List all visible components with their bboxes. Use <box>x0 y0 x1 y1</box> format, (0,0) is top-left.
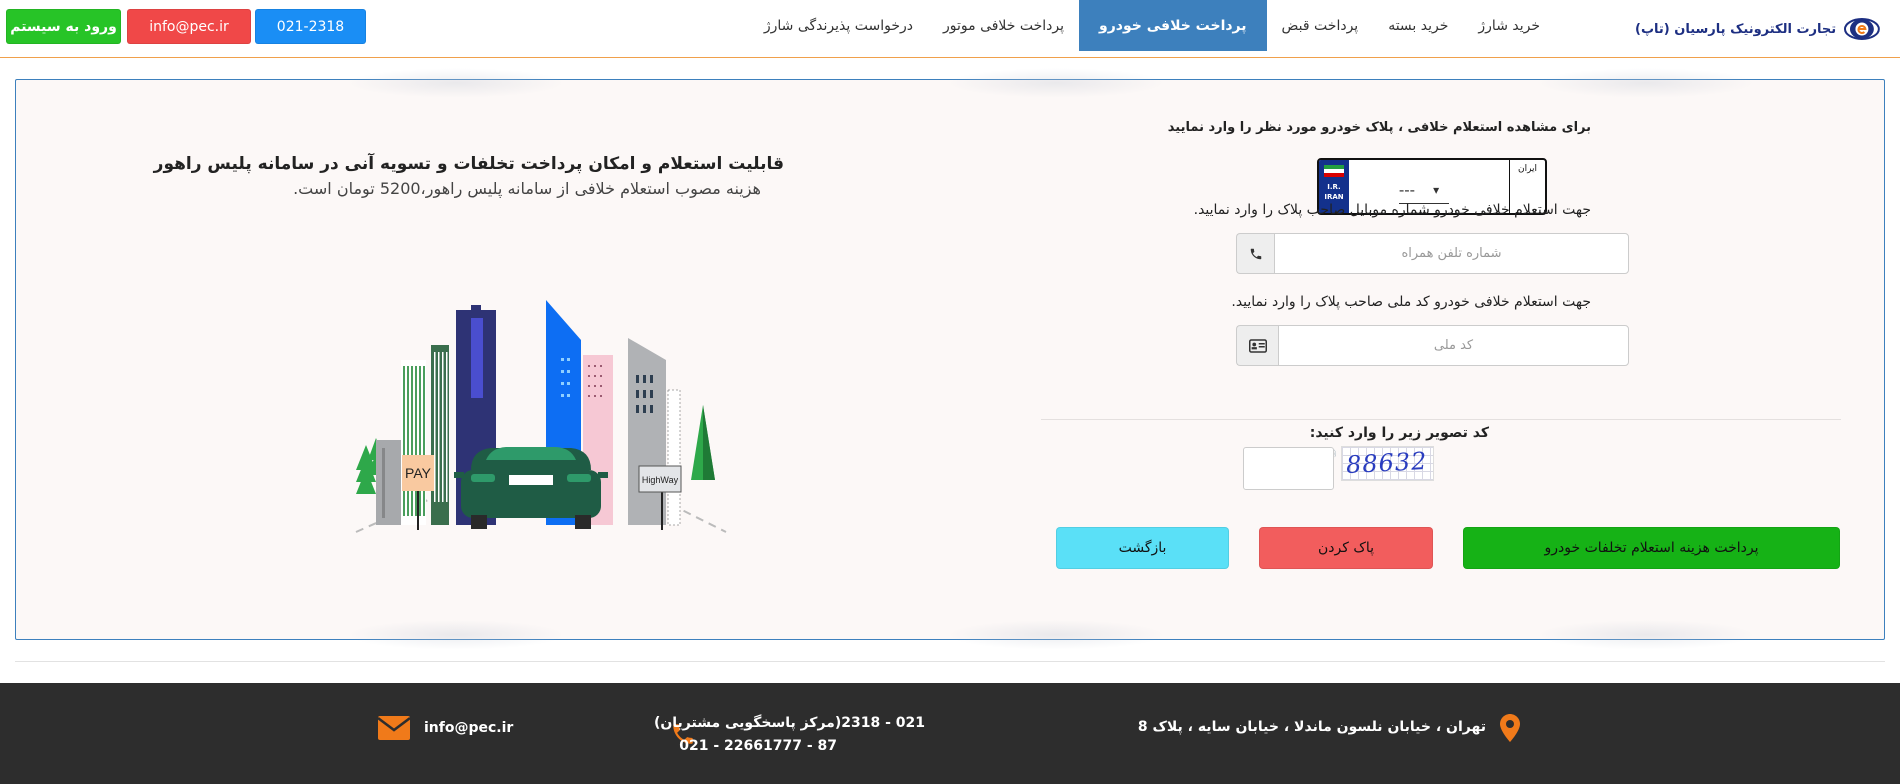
chevron-down-icon: ▾ <box>1433 183 1440 197</box>
national-id-input[interactable] <box>1278 325 1629 366</box>
logo-text: تجارت الکترونیک پارسیان (تاپ) <box>1635 21 1837 37</box>
mobile-input[interactable] <box>1274 233 1629 274</box>
pay-sign-text: PAY <box>405 465 432 481</box>
nav-item-pay-bill[interactable]: پرداخت قبض <box>1267 0 1374 51</box>
highway-sign-text: HighWay <box>642 475 679 485</box>
map-marker-icon <box>1500 714 1520 742</box>
background-decoration <box>946 620 1166 650</box>
plate-iran-label: ایران <box>1517 164 1538 174</box>
content-divider <box>15 661 1885 662</box>
nav-item-car-fines[interactable]: پرداخت خلافی خودرو <box>1079 0 1267 51</box>
pec-logo-icon <box>1844 18 1880 40</box>
id-card-icon <box>1236 325 1278 366</box>
pay-inquiry-button[interactable]: پرداخت هزینه استعلام تخلفات خودرو <box>1463 527 1840 569</box>
nav-item-buy-charge[interactable]: خرید شارژ <box>1463 0 1555 51</box>
email-button[interactable]: info@pec.ir <box>127 9 251 44</box>
captcha-label: کد تصویر زیر را وارد کنید: <box>1309 425 1489 441</box>
site-logo[interactable]: تجارت الکترونیک پارسیان (تاپ) <box>1635 4 1880 54</box>
footer-phone-1: 021 - 2318(مرکز پاسخگویی مشتریان) <box>653 715 925 731</box>
top-navbar: تجارت الکترونیک پارسیان (تاپ) خرید شارژ … <box>0 0 1900 58</box>
mobile-field-label: جهت استعلام خلافی خودرو شماره موبایل صاح… <box>1193 202 1591 218</box>
main-panel: برای مشاهده استعلام خلافی ، پلاک خودرو م… <box>15 68 1885 650</box>
background-decoration <box>1536 68 1756 98</box>
phone-icon <box>1236 233 1274 274</box>
city-car-illustration: PAY HighWay <box>355 300 727 533</box>
envelope-icon <box>378 716 410 740</box>
nav-item-motorcycle-fines[interactable]: پرداخت خلافی موتور <box>928 0 1079 51</box>
nav-item-charge-merchant-request[interactable]: درخواست پذیرندگی شارژ <box>749 0 928 51</box>
login-button[interactable]: ورود به سیستم <box>6 9 121 44</box>
footer-address: تهران ، خیابان نلسون ماندلا ، خیابان سای… <box>1137 719 1486 735</box>
background-decoration <box>946 68 1166 98</box>
footer-phone-2: 021 - 22661777 - 87 <box>679 738 837 754</box>
clear-button[interactable]: پاک کردن <box>1259 527 1433 569</box>
info-title: قابلیت استعلام و امکان پرداخت تخلفات و ت… <box>153 154 784 174</box>
footer-email[interactable]: info@pec.ir <box>424 717 513 740</box>
captcha-input[interactable] <box>1243 447 1334 490</box>
main-nav: خرید شارژ خرید بسته پرداخت قبض پرداخت خل… <box>749 0 1555 51</box>
back-button[interactable]: بازگشت <box>1056 527 1229 569</box>
background-decoration <box>346 68 566 98</box>
info-subtitle: هزینه مصوب استعلام خلافی از سامانه پلیس … <box>293 179 761 198</box>
background-decoration <box>346 620 566 650</box>
background-decoration <box>1536 620 1756 650</box>
plate-select-value: --- <box>1398 181 1416 199</box>
footer: تهران ، خیابان نلسون ماندلا ، خیابان سای… <box>0 683 1900 784</box>
plate-form-title: برای مشاهده استعلام خلافی ، پلاک خودرو م… <box>1167 120 1591 135</box>
captcha-image: 88632 <box>1341 446 1434 481</box>
captcha-image-text: 88632 <box>1345 446 1429 480</box>
mobile-input-group <box>1236 233 1629 274</box>
phone-button[interactable]: 021-2318 <box>255 9 366 44</box>
national-id-input-group <box>1236 325 1629 366</box>
plate-letter-select[interactable]: --- ▾ <box>1364 178 1474 202</box>
iran-flag-icon <box>1324 165 1344 177</box>
form-divider <box>1041 419 1841 420</box>
national-id-field-label: جهت استعلام خلافی خودرو کد ملی صاحب پلاک… <box>1231 294 1591 310</box>
nav-item-buy-package[interactable]: خرید بسته <box>1373 0 1463 51</box>
plate-country-code: I.R. IRAN <box>1324 183 1344 201</box>
